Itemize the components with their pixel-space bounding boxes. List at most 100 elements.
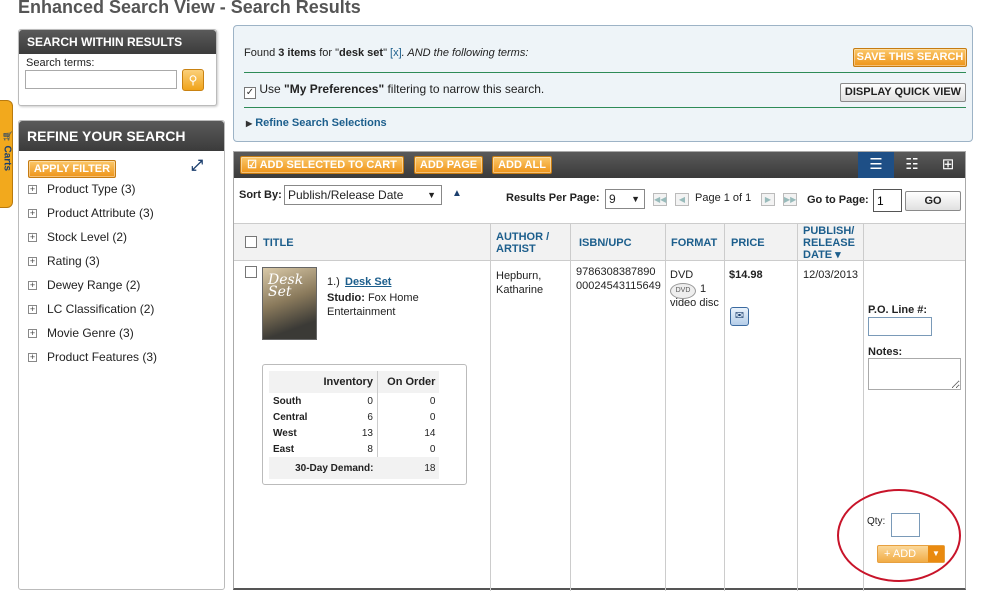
expand-plus-icon[interactable]: + [28, 281, 37, 290]
refine-selections-link[interactable]: ▶ Refine Search Selections [246, 117, 387, 129]
search-icon[interactable]: ⚲ [182, 69, 204, 91]
col-price[interactable]: PRICE [731, 224, 765, 260]
col-title[interactable]: TITLE [263, 224, 294, 260]
po-line-input[interactable] [868, 317, 932, 336]
prev-page-icon[interactable]: ◀ [675, 193, 689, 206]
cart-icon: 🛒︎ [2, 131, 14, 141]
go-button[interactable]: GO [905, 191, 961, 211]
last-page-icon[interactable]: ▶▶ [783, 193, 797, 206]
refine-link-label: Refine Search Selections [255, 117, 387, 129]
cover-image[interactable]: Desk Set [262, 267, 317, 340]
highlight-circle [837, 489, 961, 582]
search-terms-label: Search terms: [26, 57, 95, 69]
display-quick-view-button[interactable]: DISPLAY QUICK VIEW [840, 83, 966, 102]
go-to-page-label: Go to Page: [807, 194, 869, 206]
search-within-panel: SEARCH WITHIN RESULTS Search terms: ⚲ [18, 29, 217, 106]
first-page-icon[interactable]: ◀◀ [653, 193, 667, 206]
facet-product-type[interactable]: + Product Type (3) [28, 179, 136, 199]
expand-plus-icon[interactable]: + [28, 305, 37, 314]
found-suffix: . AND the following terms: [401, 47, 529, 59]
facet-stock-level[interactable]: + Stock Level (2) [28, 227, 127, 247]
add-all-button[interactable]: ADD ALL [492, 156, 552, 174]
grid-view-icon[interactable]: ⊞ [930, 152, 966, 178]
row-select-checkbox[interactable] [245, 266, 257, 278]
results-per-page-select[interactable]: 9 ▼ [605, 189, 645, 209]
inventory-value: 8 [311, 441, 378, 457]
add-page-button[interactable]: ADD PAGE [414, 156, 483, 174]
sort-by-label: Sort By: [239, 189, 282, 201]
expand-plus-icon[interactable]: + [28, 353, 37, 362]
save-search-button[interactable]: SAVE THIS SEARCH [853, 48, 967, 67]
facet-label: Movie Genre (3) [47, 326, 134, 340]
apply-filter-button[interactable]: APPLY FILTER [28, 160, 116, 178]
upc-value: 00024543115649 [576, 280, 661, 292]
author-link[interactable]: Hepburn, Katharine [496, 269, 566, 297]
dvd-icon: DVD [670, 283, 696, 299]
expand-plus-icon[interactable]: + [28, 257, 37, 266]
sort-value: Publish/Release Date [288, 188, 404, 202]
divider [244, 107, 966, 108]
rpp-value: 9 [609, 192, 616, 206]
results-toolbar: ☑ ADD SELECTED TO CART ADD PAGE ADD ALL … [234, 152, 965, 178]
format-value: DVD [670, 269, 694, 281]
price: $14.98 [729, 269, 763, 281]
expand-plus-icon[interactable]: + [28, 329, 37, 338]
remove-term-link[interactable]: [x] [390, 47, 402, 59]
isbn-value: 9786308387890 [576, 266, 656, 278]
notes-input[interactable] [868, 358, 961, 390]
chevron-down-icon: ▼ [427, 190, 436, 200]
preferences-checkbox[interactable]: ✓ [244, 87, 256, 99]
on-order-value: 0 [429, 411, 436, 423]
view-switcher: ☰ ☷ ⊞ [858, 152, 966, 178]
email-icon[interactable]: ✉ [730, 307, 749, 326]
refine-panel: REFINE YOUR SEARCH APPLY FILTER ⤢ + Produ… [18, 120, 225, 590]
on-order-value: 0 [429, 395, 436, 407]
region-label: West [273, 427, 297, 439]
facet-product-features[interactable]: + Product Features (3) [28, 347, 157, 367]
col-publish-date[interactable]: PUBLISH/ RELEASE DATE ▾ [803, 224, 859, 261]
facet-label: Product Features (3) [47, 350, 158, 364]
demand-value: 18 [424, 462, 436, 474]
col-author[interactable]: AUTHOR / ARTIST [496, 224, 566, 260]
sort-by-select[interactable]: Publish/Release Date ▼ [284, 185, 442, 205]
col-isbn[interactable]: ISBN/UPC [579, 224, 632, 260]
search-terms-input[interactable] [25, 70, 177, 89]
facet-label: Dewey Range (2) [47, 278, 141, 292]
facet-lc-classification[interactable]: + LC Classification (2) [28, 299, 154, 319]
facet-label: Rating (3) [47, 254, 100, 268]
page-title: Enhanced Search View - Search Results [18, 0, 361, 17]
publish-date: 12/03/2013 [803, 269, 859, 281]
pref-bold: "My Preferences" [284, 82, 385, 96]
add-selected-label: ADD SELECTED TO CART [259, 159, 397, 171]
carts-tab[interactable]: 🛒︎ Carts [0, 100, 13, 208]
carts-tab-label: Carts [1, 145, 13, 172]
facet-dewey-range[interactable]: + Dewey Range (2) [28, 275, 140, 295]
expand-plus-icon[interactable]: + [28, 185, 37, 194]
expand-plus-icon[interactable]: + [28, 233, 37, 242]
table-header: TITLE AUTHOR / ARTIST ISBN/UPC FORMAT PR… [234, 223, 965, 261]
facet-rating[interactable]: + Rating (3) [28, 251, 100, 271]
facet-movie-genre[interactable]: + Movie Genre (3) [28, 323, 134, 343]
facet-product-attribute[interactable]: + Product Attribute (3) [28, 203, 154, 223]
inventory-value: 13 [311, 425, 378, 441]
pref-prefix: Use [259, 82, 285, 96]
detail-view-icon[interactable]: ☷ [894, 152, 930, 178]
sort-direction-icon[interactable]: ▲ [452, 188, 462, 199]
expand-icon[interactable]: ⤢ [191, 157, 209, 175]
notes-label: Notes: [868, 346, 903, 358]
found-count: 3 items [278, 47, 317, 59]
pref-suffix: filtering to narrow this search. [384, 82, 545, 96]
add-selected-to-cart-button[interactable]: ☑ ADD SELECTED TO CART [240, 156, 404, 174]
item-title-link[interactable]: Desk Set [345, 276, 391, 288]
col-format[interactable]: FORMAT [671, 224, 717, 260]
expand-plus-icon[interactable]: + [28, 209, 37, 218]
list-view-icon[interactable]: ☰ [858, 152, 894, 178]
go-to-page-input[interactable] [873, 189, 902, 212]
divider [490, 223, 491, 591]
divider [665, 223, 666, 591]
next-page-icon[interactable]: ▶ [761, 193, 775, 206]
inventory-value: 0 [311, 393, 378, 409]
item-number: 1.) [327, 276, 340, 288]
facet-label: LC Classification (2) [47, 302, 155, 316]
select-all-checkbox[interactable] [245, 236, 257, 248]
